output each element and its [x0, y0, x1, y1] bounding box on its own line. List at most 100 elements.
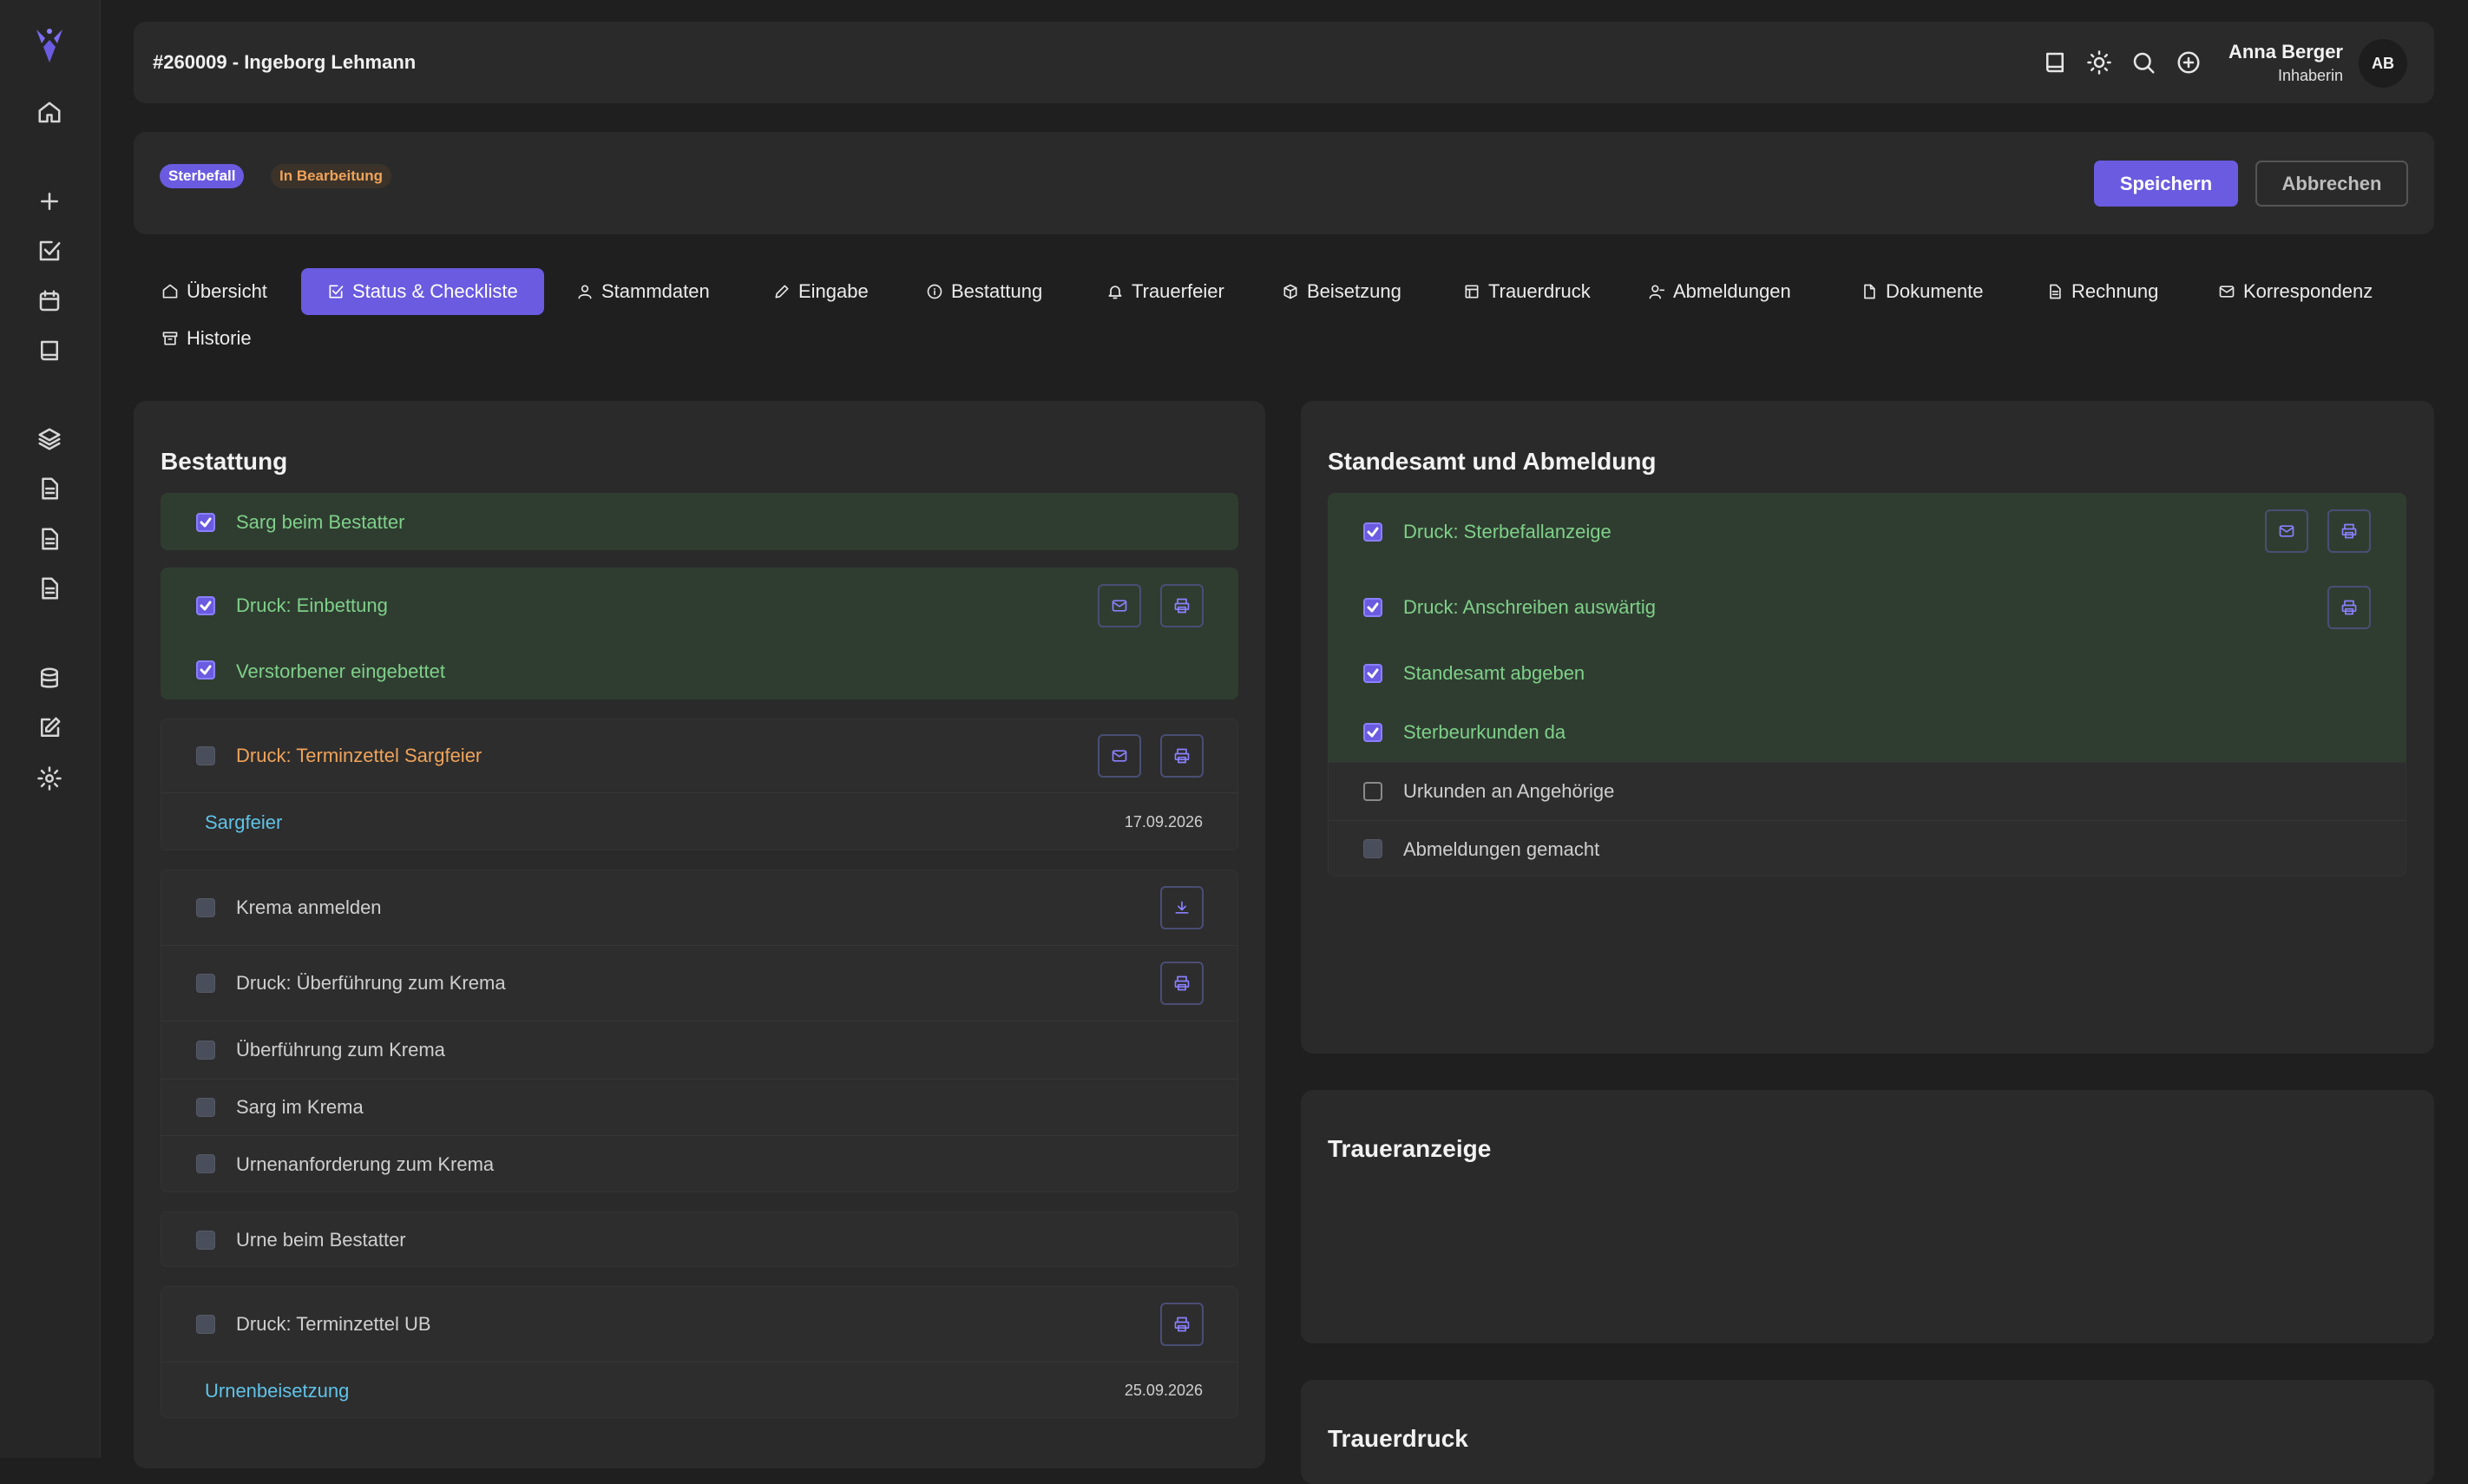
checkbox[interactable]: [196, 746, 215, 765]
checkbox[interactable]: [196, 513, 215, 532]
card-title: Bestattung: [161, 448, 288, 475]
checklist-item: Überführung zum Krema: [161, 1021, 1237, 1079]
user-icon: [578, 285, 592, 299]
event-link[interactable]: Sargfeier: [205, 811, 282, 834]
tab-beisetzung[interactable]: Beisetzung: [1282, 268, 1417, 315]
top-bar: #260009 - Ingeborg Lehmann Anna Berger I…: [134, 22, 2434, 103]
tab-dokumente[interactable]: Dokumente: [1861, 268, 1999, 315]
checkbox[interactable]: [1363, 782, 1382, 801]
user-name[interactable]: Anna Berger: [2228, 41, 2343, 63]
tab-abmeldungen[interactable]: Abmeldungen: [1648, 268, 1807, 315]
document-icon[interactable]: [32, 571, 67, 606]
logo-icon[interactable]: [31, 24, 68, 66]
card-title: Trauerdruck: [1328, 1425, 1468, 1452]
avatar[interactable]: AB: [2359, 39, 2407, 88]
book-icon[interactable]: [32, 333, 67, 368]
print-button[interactable]: [1160, 584, 1204, 627]
mail-icon: [1112, 750, 1127, 762]
checklist-item: Druck: Überführung zum Krema: [161, 946, 1237, 1021]
tab-historie[interactable]: Historie: [161, 315, 267, 362]
checkbox[interactable]: [196, 1098, 215, 1117]
standesamt-card: Standesamt und Abmeldung Druck: Sterbefa…: [1301, 401, 2434, 1054]
print-button[interactable]: [1160, 962, 1204, 1005]
tab-rechnung[interactable]: Rechnung: [2046, 268, 2174, 315]
save-button[interactable]: Speichern: [2094, 161, 2238, 207]
checkbox[interactable]: [196, 1041, 215, 1060]
checklist-item: Standesamt abgeben: [1329, 645, 2406, 702]
tab-eingabe[interactable]: Eingabe: [773, 268, 884, 315]
checkbox[interactable]: [196, 660, 215, 680]
checkbox[interactable]: [196, 898, 215, 917]
pencil-icon: [775, 285, 789, 299]
add-circle-icon[interactable]: [2174, 48, 2203, 77]
document-icon[interactable]: [32, 471, 67, 506]
database-icon[interactable]: [32, 661, 67, 696]
print-button[interactable]: [1160, 734, 1204, 778]
case-title: #260009 - Ingeborg Lehmann: [153, 51, 417, 73]
tab-korrespondenz[interactable]: Korrespondenz: [2218, 268, 2388, 315]
print-button[interactable]: [1160, 1303, 1204, 1346]
checklist-group: Sarg beim Bestatter: [161, 493, 1238, 550]
edit-icon[interactable]: [32, 711, 67, 745]
home-icon[interactable]: [32, 95, 67, 130]
checkbox[interactable]: [1363, 664, 1382, 683]
checkbox[interactable]: [196, 1315, 215, 1334]
checklist-group: Krema anmelden Druck: Überführung zum Kr…: [161, 870, 1238, 1192]
checkbox[interactable]: [196, 1154, 215, 1173]
sun-icon[interactable]: [2084, 48, 2114, 77]
event-date: 25.09.2026: [1124, 1382, 1203, 1399]
tab-stammdaten[interactable]: Stammdaten: [576, 268, 725, 315]
checkbox[interactable]: [196, 596, 215, 615]
plus-icon[interactable]: [32, 184, 67, 219]
tab-uebersicht[interactable]: Übersicht: [161, 268, 283, 315]
event-date: 17.09.2026: [1124, 813, 1203, 831]
checkbox[interactable]: [196, 974, 215, 993]
search-icon[interactable]: [2129, 48, 2158, 77]
checklist-item: Verstorbener eingebettet: [161, 643, 1237, 700]
card-title: Standesamt und Abmeldung: [1328, 448, 1657, 475]
layout-icon: [1465, 285, 1479, 299]
mail-button[interactable]: [1098, 734, 1141, 778]
tab-status-checkliste[interactable]: Status & Checkliste: [301, 268, 544, 315]
date-row: Sargfeier 17.09.2026: [161, 793, 1237, 851]
mail-icon: [2219, 286, 2235, 298]
checklist-item: Druck: Einbettung: [161, 568, 1237, 643]
user-role: Inhaberin: [2277, 67, 2343, 84]
status-bar: Sterbefall In Bearbeitung Speichern Abbr…: [134, 132, 2434, 234]
layers-icon[interactable]: [32, 422, 67, 456]
checklist-item: Sterbeurkunden da: [1329, 702, 2406, 763]
event-link[interactable]: Urnenbeisetzung: [205, 1380, 349, 1402]
checklist-icon[interactable]: [32, 233, 67, 268]
printer-icon: [1174, 1317, 1190, 1332]
checkbox[interactable]: [1363, 598, 1382, 617]
calendar-icon[interactable]: [32, 284, 67, 318]
download-button[interactable]: [1160, 886, 1204, 929]
checklist-group: Druck: Einbettung Verstorbener eingebett…: [161, 568, 1238, 699]
checkbox[interactable]: [1363, 522, 1382, 542]
cube-icon: [1283, 284, 1297, 299]
checkbox[interactable]: [1363, 723, 1382, 742]
checklist-icon: [329, 285, 344, 299]
download-icon: [1175, 901, 1189, 914]
book-icon[interactable]: [2040, 48, 2070, 77]
archive-icon: [162, 332, 178, 345]
tab-bestattung[interactable]: Bestattung: [926, 268, 1058, 315]
document-icon[interactable]: [32, 522, 67, 556]
mail-button[interactable]: [2265, 509, 2308, 553]
print-button[interactable]: [2327, 586, 2371, 629]
traueranzeige-card: Traueranzeige: [1301, 1090, 2434, 1343]
home-icon: [162, 284, 178, 299]
tab-trauerdruck[interactable]: Trauerdruck: [1463, 268, 1606, 315]
cancel-button[interactable]: Abbrechen: [2255, 161, 2408, 207]
mail-button[interactable]: [1098, 584, 1141, 627]
sidebar: [0, 0, 101, 1458]
checklist-item: Sarg im Krema: [161, 1080, 1237, 1135]
date-row: Urnenbeisetzung 25.09.2026: [161, 1363, 1237, 1419]
checklist-item: Druck: Terminzettel UB: [161, 1287, 1237, 1362]
tab-trauerfeier[interactable]: Trauerfeier: [1106, 268, 1240, 315]
print-button[interactable]: [2327, 509, 2371, 553]
checkbox[interactable]: [1363, 839, 1382, 858]
checklist-group: Druck: Terminzettel Sargfeier Sargfeier …: [161, 719, 1238, 850]
checkbox[interactable]: [196, 1231, 215, 1250]
gear-icon[interactable]: [32, 761, 67, 796]
